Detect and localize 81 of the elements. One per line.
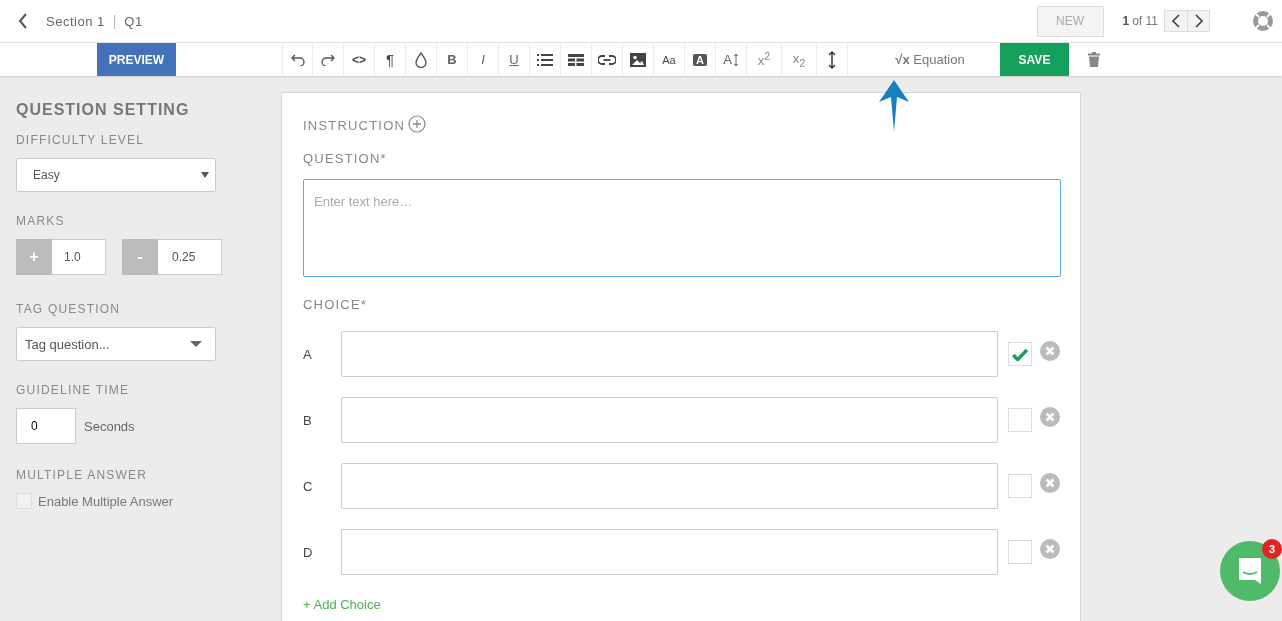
choice-label: CHOICE*	[303, 296, 369, 312]
multiple-answer-option: Enable Multiple Answer	[38, 493, 174, 509]
format-button[interactable]: <>	[344, 43, 375, 76]
caret-icon	[190, 341, 202, 347]
drop-button[interactable]	[406, 43, 437, 76]
image-button[interactable]	[623, 43, 654, 76]
multiple-answer-label: MULTIPLE ANSWER	[16, 468, 149, 482]
trash-icon[interactable]	[1088, 52, 1100, 67]
correct-checkbox[interactable]	[1008, 474, 1032, 498]
choice-letter: D	[303, 544, 314, 560]
choice-letter: A	[303, 346, 313, 362]
chevron-left-icon	[1172, 14, 1180, 28]
chevron-right-icon	[1194, 14, 1203, 28]
up-down-arrow-icon	[828, 50, 836, 69]
time-label: GUIDELINE TIME	[16, 383, 131, 397]
correct-checkbox[interactable]	[1008, 408, 1032, 432]
question-label: QUESTION*	[303, 150, 388, 166]
notification-badge: 3	[1262, 539, 1282, 559]
format-button[interactable]: Aa	[654, 43, 685, 76]
choice-field[interactable]	[341, 463, 998, 509]
lifebuoy-icon[interactable]	[1252, 10, 1274, 32]
undo-button[interactable]	[282, 43, 313, 76]
table-icon	[568, 53, 584, 66]
format-button[interactable]: x$^{2}$	[747, 43, 782, 76]
tag-dropdown[interactable]: Tag question...	[16, 327, 216, 361]
question-number: Q1	[124, 13, 143, 29]
format-button[interactable]: U	[499, 43, 530, 76]
time-unit: Seconds	[84, 418, 135, 434]
preview-button[interactable]: PREVIEW	[97, 43, 176, 76]
up-down-arrow-icon	[732, 52, 739, 67]
choice-field[interactable]	[341, 529, 998, 575]
format-button[interactable]: A	[716, 43, 747, 76]
link-button[interactable]	[592, 43, 623, 76]
choice-letter: B	[303, 412, 313, 428]
checkmark-icon	[1012, 347, 1028, 361]
correct-checkbox[interactable]	[1008, 342, 1032, 366]
settings-title: QUESTION SETTING	[16, 101, 191, 119]
previous-button[interactable]	[1165, 11, 1187, 31]
list-button[interactable]	[530, 43, 561, 76]
equation-button[interactable]: √x Equation	[882, 43, 978, 76]
choice-field[interactable]	[341, 331, 998, 377]
format-button[interactable]: B	[437, 43, 468, 76]
choice-letter: C	[303, 478, 314, 494]
separator: |	[112, 13, 117, 29]
add-icon[interactable]	[408, 115, 427, 133]
remove-icon[interactable]	[1040, 473, 1060, 493]
format-button[interactable]: A	[685, 43, 716, 76]
remove-icon[interactable]	[1040, 539, 1060, 559]
drop-icon	[415, 51, 427, 68]
instruction-label: INSTRUCTION	[303, 117, 406, 133]
difficulty-label: DIFFICULTY LEVEL	[16, 133, 146, 147]
page-total: of 11	[1132, 14, 1158, 28]
format-button[interactable]: x$_{2}$	[782, 43, 817, 76]
caret-icon	[201, 172, 209, 178]
remove-icon[interactable]	[1040, 341, 1060, 361]
tag-label: TAG QUESTION	[16, 302, 122, 316]
undo-icon	[290, 53, 305, 66]
negative-marks-field[interactable]: 0.25	[158, 239, 222, 275]
question-field[interactable]: Enter text here…	[303, 179, 1061, 277]
marks-label: MARKS	[16, 214, 66, 228]
save-button[interactable]: SAVE	[1000, 43, 1069, 76]
image-icon	[630, 52, 646, 67]
next-button[interactable]	[1187, 11, 1209, 31]
choice-field[interactable]	[341, 397, 998, 443]
positive-marks-field[interactable]: 1.0	[52, 239, 106, 275]
format-button[interactable]: ¶	[375, 43, 406, 76]
table-button[interactable]	[561, 43, 592, 76]
chat-button[interactable]	[1220, 541, 1280, 601]
difficulty-dropdown[interactable]: Easy	[16, 158, 216, 192]
list-icon	[537, 53, 553, 66]
correct-checkbox[interactable]	[1008, 540, 1032, 564]
redo-button[interactable]	[313, 43, 344, 76]
section-name: Section 1	[46, 13, 105, 29]
current-page: 1	[1122, 14, 1130, 28]
link-icon	[598, 54, 616, 65]
redo-icon	[321, 53, 335, 66]
format-button[interactable]: I	[468, 43, 499, 76]
back-icon[interactable]	[18, 13, 28, 29]
remove-icon[interactable]	[1040, 407, 1060, 427]
time-field[interactable]: 0	[16, 408, 76, 444]
height-button[interactable]	[817, 43, 848, 76]
